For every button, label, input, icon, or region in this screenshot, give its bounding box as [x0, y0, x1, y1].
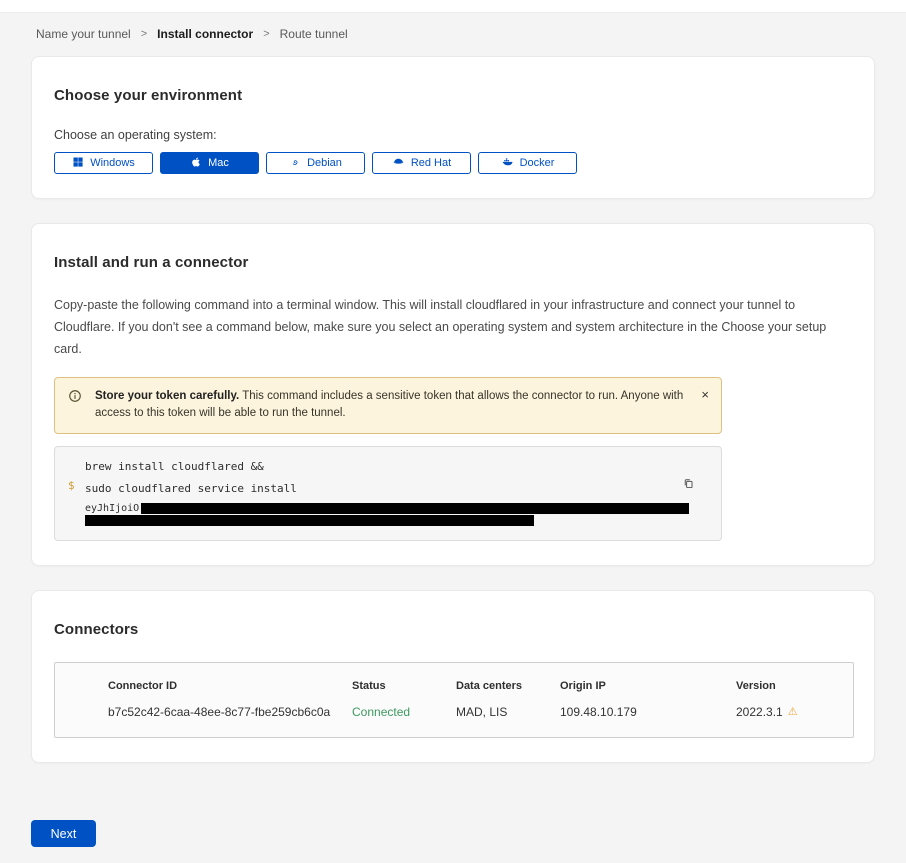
install-instructions-text: Copy-paste the following command into a …: [54, 295, 852, 361]
info-icon: [68, 389, 82, 410]
os-button-label: Debian: [307, 157, 342, 169]
data-centers-value: MAD, LIS: [456, 705, 560, 719]
debian-icon: [289, 156, 301, 171]
origin-ip-value: 109.48.10.179: [560, 705, 736, 719]
top-strip: [0, 0, 906, 13]
token-warning-bold: Store your token carefully.: [95, 390, 239, 402]
install-connector-title: Install and run a connector: [54, 254, 852, 271]
os-button-windows[interactable]: Windows: [54, 152, 153, 174]
col-header-connector-id: Connector ID: [108, 680, 352, 692]
tunnel-setup-page: Name your tunnel > Install connector > R…: [0, 13, 906, 863]
terminal-prompt: $: [68, 479, 75, 492]
os-button-label: Red Hat: [411, 157, 451, 169]
redacted-token-bar: [85, 515, 534, 526]
os-button-redhat[interactable]: Red Hat: [372, 152, 471, 174]
os-select-label: Choose an operating system:: [54, 128, 852, 142]
install-connector-card: Install and run a connector Copy-paste t…: [31, 223, 875, 566]
status-badge: Connected: [352, 705, 456, 719]
version-warning-icon: ⚠: [788, 707, 798, 718]
breadcrumb: Name your tunnel > Install connector > R…: [31, 13, 875, 56]
copy-icon[interactable]: [680, 475, 697, 495]
connectors-card: Connectors Connector ID Status Data cent…: [31, 590, 875, 763]
version-number: 2022.3.1: [736, 705, 783, 719]
token-warning-alert: Store your token carefully. This command…: [54, 377, 722, 435]
os-button-docker[interactable]: Docker: [478, 152, 577, 174]
close-icon[interactable]: ×: [699, 386, 711, 403]
breadcrumb-step-name-your-tunnel[interactable]: Name your tunnel: [36, 27, 131, 41]
os-button-debian[interactable]: Debian: [266, 152, 365, 174]
apple-icon: [190, 156, 202, 171]
install-command-code-block: $ brew install cloudflared && sudo cloud…: [54, 446, 722, 541]
redhat-icon: [392, 155, 405, 171]
breadcrumb-separator: >: [263, 28, 269, 40]
col-header-version: Version: [736, 680, 837, 692]
environment-card-title: Choose your environment: [54, 87, 852, 104]
token-prefix: eyJhIjoiO: [85, 503, 139, 514]
docker-icon: [501, 155, 514, 171]
os-button-label: Docker: [520, 157, 555, 169]
connectors-card-title: Connectors: [54, 621, 852, 638]
connectors-table-header: Connector ID Status Data centers Origin …: [55, 680, 853, 692]
breadcrumb-step-route-tunnel[interactable]: Route tunnel: [280, 27, 348, 41]
breadcrumb-separator: >: [141, 28, 147, 40]
connectors-table: Connector ID Status Data centers Origin …: [54, 662, 854, 738]
os-button-group: Windows Mac Debian Red Hat Docker: [54, 152, 852, 174]
col-header-data-centers: Data centers: [456, 680, 560, 692]
connector-id-value: b7c52c42-6caa-48ee-8c77-fbe259cb6c0a: [108, 705, 352, 719]
environment-card: Choose your environment Choose an operat…: [31, 56, 875, 199]
table-row: b7c52c42-6caa-48ee-8c77-fbe259cb6c0a Con…: [55, 705, 853, 719]
os-button-label: Mac: [208, 157, 229, 169]
windows-icon: [72, 156, 84, 171]
col-header-origin-ip: Origin IP: [560, 680, 736, 692]
os-button-mac[interactable]: Mac: [160, 152, 259, 174]
command-line-2: sudo cloudflared service install: [85, 481, 675, 497]
breadcrumb-step-install-connector[interactable]: Install connector: [157, 27, 253, 41]
col-header-status: Status: [352, 680, 456, 692]
os-button-label: Windows: [90, 157, 135, 169]
redacted-token-bar: [141, 503, 689, 514]
version-value: 2022.3.1 ⚠: [736, 705, 837, 719]
command-line-1: brew install cloudflared &&: [85, 459, 675, 475]
token-line: eyJhIjoiO: [85, 503, 675, 514]
next-button[interactable]: Next: [31, 820, 96, 847]
